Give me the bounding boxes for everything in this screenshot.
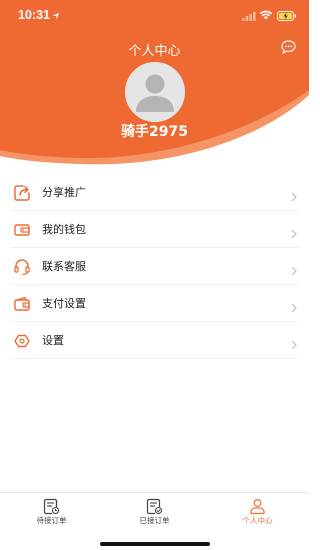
- menu-item-customer-service[interactable]: 联系客服: [10, 248, 299, 285]
- home-indicator: [100, 542, 210, 546]
- menu-item-label: 设置: [42, 334, 64, 347]
- tab-pending-orders[interactable]: 待接订单: [0, 493, 103, 533]
- username: 骑手2975: [121, 124, 188, 140]
- menu-item-label: 支付设置: [42, 297, 86, 310]
- menu-item-label: 分享推广: [42, 186, 86, 199]
- payment-wallet-icon: [12, 294, 32, 314]
- menu-item-label: 我的钱包: [42, 223, 86, 236]
- tab-accepted-orders[interactable]: 已接订单: [103, 493, 206, 533]
- chevron-right-icon: [291, 298, 297, 317]
- page-title: 个人中心: [128, 44, 181, 59]
- tab-label: 已接订单: [139, 516, 170, 525]
- profile-header: 10:31 个人中心 骑手2975: [0, 0, 309, 175]
- message-bubble-icon[interactable]: [281, 39, 296, 58]
- settings-hexagon-icon: [12, 331, 32, 351]
- chevron-right-icon: [291, 335, 297, 354]
- tab-label: 待接订单: [36, 516, 67, 525]
- status-bar: 10:31: [0, 0, 309, 30]
- menu-item-share[interactable]: 分享推广: [10, 174, 299, 211]
- tab-label: 个人中心: [242, 516, 273, 525]
- chevron-right-icon: [291, 261, 297, 280]
- chevron-right-icon: [291, 187, 297, 206]
- share-icon: [12, 183, 32, 203]
- battery-charging-icon: [277, 10, 297, 24]
- avatar[interactable]: [125, 62, 185, 122]
- cellular-signal-icon: [242, 10, 256, 24]
- location-arrow-icon: [52, 9, 60, 23]
- tab-profile[interactable]: 个人中心: [206, 493, 309, 533]
- menu-item-wallet[interactable]: 我的钱包: [10, 211, 299, 248]
- headset-icon: [12, 257, 32, 277]
- menu-item-payment-settings[interactable]: 支付设置: [10, 285, 299, 322]
- default-user-icon: [125, 62, 185, 122]
- chevron-right-icon: [291, 224, 297, 243]
- menu-item-label: 联系客服: [42, 260, 86, 273]
- status-time: 10:31: [18, 8, 50, 22]
- wifi-icon: [259, 9, 273, 23]
- menu-item-settings[interactable]: 设置: [10, 322, 299, 359]
- wallet-icon: [12, 220, 32, 240]
